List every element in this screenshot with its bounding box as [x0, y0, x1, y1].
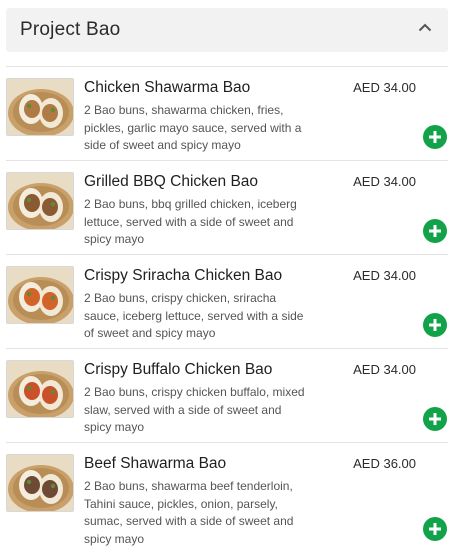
section-header[interactable]: Project Bao [6, 8, 448, 52]
menu-item-name[interactable]: Beef Shawarma Bao [84, 455, 334, 473]
add-to-cart-button[interactable] [423, 407, 447, 431]
menu-item-name[interactable]: Crispy Buffalo Chicken Bao [84, 361, 334, 379]
add-to-cart-button[interactable] [423, 313, 447, 337]
menu-item-name[interactable]: Grilled BBQ Chicken Bao [84, 173, 334, 191]
menu-item[interactable]: Beef Shawarma Bao 2 Bao buns, shawarma b… [6, 442, 448, 552]
menu-item[interactable]: Grilled BBQ Chicken Bao 2 Bao buns, bbq … [6, 160, 448, 254]
menu-item-name[interactable]: Crispy Sriracha Chicken Bao [84, 267, 334, 285]
chevron-up-icon[interactable] [416, 18, 434, 36]
menu-item-price: AED 34.00 [353, 174, 416, 189]
menu-item-image[interactable] [6, 78, 74, 136]
menu-item[interactable]: Crispy Sriracha Chicken Bao 2 Bao buns, … [6, 254, 448, 348]
menu-item-price: AED 34.00 [353, 80, 416, 95]
menu-item-description: 2 Bao buns, crispy chicken buffalo, mixe… [84, 385, 305, 434]
add-to-cart-button[interactable] [423, 517, 447, 541]
menu-item-name[interactable]: Chicken Shawarma Bao [84, 79, 334, 97]
menu-item-price: AED 34.00 [353, 268, 416, 283]
menu-item-description: 2 Bao buns, crispy chicken, sriracha sau… [84, 291, 304, 340]
menu-item-description: 2 Bao buns, shawarma chicken, fries, pic… [84, 103, 302, 152]
menu-item-price: AED 34.00 [353, 362, 416, 377]
menu-item[interactable]: Crispy Buffalo Chicken Bao 2 Bao buns, c… [6, 348, 448, 442]
menu-item-description: 2 Bao buns, bbq grilled chicken, iceberg… [84, 197, 297, 246]
menu-item-list: Chicken Shawarma Bao 2 Bao buns, shawarm… [6, 66, 448, 552]
menu-item-image[interactable] [6, 266, 74, 324]
section-title: Project Bao [20, 19, 121, 40]
menu-item[interactable]: Chicken Shawarma Bao 2 Bao buns, shawarm… [6, 66, 448, 160]
menu-item-image[interactable] [6, 454, 74, 512]
add-to-cart-button[interactable] [423, 125, 447, 149]
menu-item-image[interactable] [6, 172, 74, 230]
add-to-cart-button[interactable] [423, 219, 447, 243]
menu-item-description: 2 Bao buns, shawarma beef tenderloin, Ta… [84, 479, 294, 546]
menu-item-image[interactable] [6, 360, 74, 418]
menu-item-price: AED 36.00 [353, 456, 416, 471]
